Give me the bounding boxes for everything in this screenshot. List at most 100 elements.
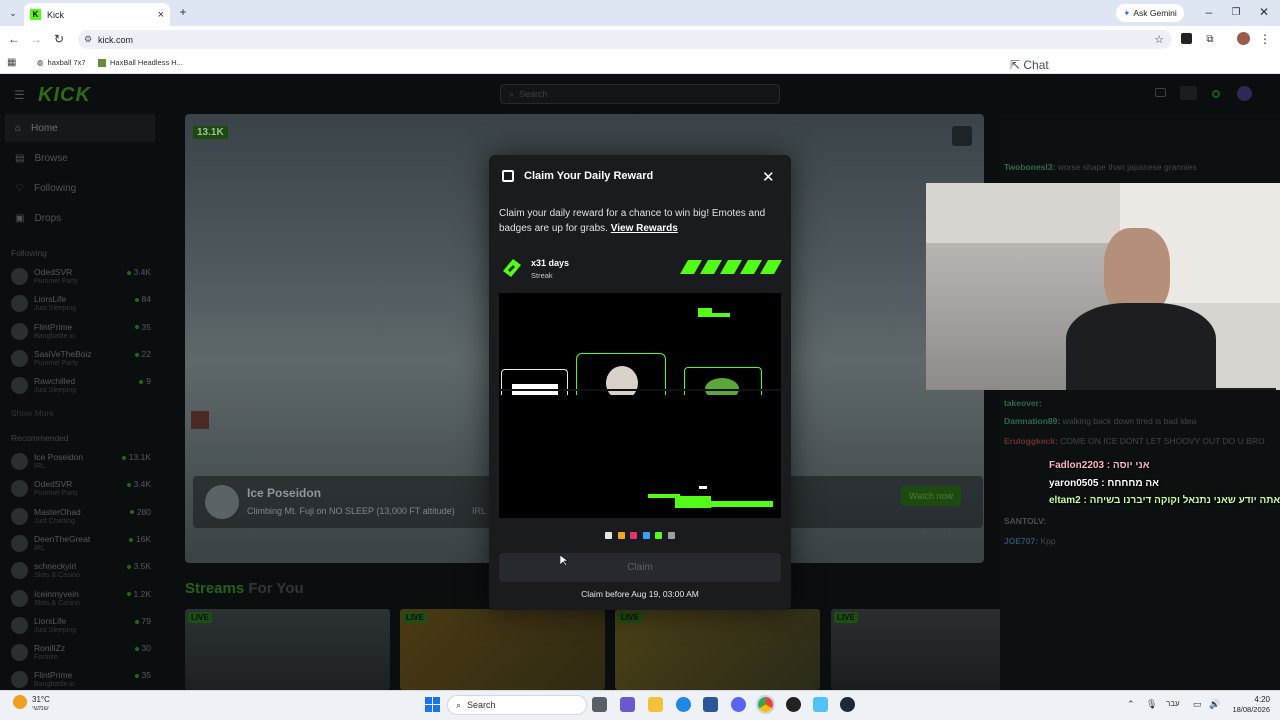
site-search-input[interactable]: ⌕ Search: [500, 84, 780, 104]
forward-icon[interactable]: →: [29, 32, 43, 46]
chat-username[interactable]: JOE707:: [1004, 536, 1038, 546]
modal-close-icon[interactable]: ✕: [762, 168, 775, 186]
task-view-icon[interactable]: [592, 697, 607, 712]
chat-username[interactable]: SANTOLV:: [1004, 516, 1046, 526]
clock-time[interactable]: 4:20: [1220, 695, 1270, 704]
chat-username[interactable]: Damnation89:: [1004, 416, 1060, 426]
address-bar[interactable]: ⚙ kick.com ☆: [78, 30, 1172, 49]
show-more-link[interactable]: Show More: [11, 408, 54, 418]
channel-avatar: [11, 480, 28, 498]
gift-icon[interactable]: [1155, 88, 1166, 97]
channel-viewers: 84: [135, 294, 151, 304]
sidebar-channel[interactable]: Ice Poseidon IRL 13.1K: [11, 449, 151, 475]
inbox-icon[interactable]: [1180, 86, 1197, 100]
sidebar-channel[interactable]: MasterOhad Just Chatting 280: [11, 504, 151, 530]
steam-icon[interactable]: [840, 697, 855, 712]
extension-icon[interactable]: [1181, 33, 1192, 44]
minimize-icon[interactable]: –: [1202, 5, 1216, 19]
volume-icon[interactable]: 🔊: [1209, 699, 1220, 710]
nav-home[interactable]: ⌂ Home: [5, 114, 155, 142]
chat-icon: ⇱: [1010, 58, 1024, 72]
app-icon[interactable]: [813, 697, 828, 712]
profile-avatar[interactable]: [1237, 32, 1250, 45]
chat-username[interactable]: Twobonesl3:: [1004, 162, 1055, 172]
palette-swatch[interactable]: [617, 532, 625, 539]
sidebar-channel[interactable]: LiorsLife Just Sleeping 84: [11, 291, 151, 317]
network-icon[interactable]: ▭: [1193, 699, 1202, 710]
clock-date[interactable]: 18/08/2026: [1220, 705, 1270, 714]
mouse-cursor-icon: [560, 555, 568, 567]
browser-tab[interactable]: K Kick ×: [24, 3, 170, 26]
window-close-icon[interactable]: ✕: [1257, 5, 1271, 19]
weather-temp: 31°C: [32, 695, 50, 704]
menu-icon[interactable]: ☰: [14, 88, 25, 102]
reload-icon[interactable]: ↻: [52, 32, 66, 46]
discord-icon[interactable]: [731, 697, 746, 712]
palette-swatch[interactable]: [642, 532, 650, 539]
apps-grid-icon[interactable]: ▦: [7, 57, 16, 68]
tab-close-icon[interactable]: ×: [158, 9, 164, 21]
microphone-icon[interactable]: 🎙: [1146, 699, 1157, 710]
new-tab-icon[interactable]: +: [176, 5, 190, 19]
teams-icon[interactable]: [620, 697, 635, 712]
bookmark-star-icon[interactable]: ☆: [1154, 33, 1164, 46]
nav-browse[interactable]: ▤ Browse: [5, 144, 155, 172]
status-icon[interactable]: [1212, 90, 1220, 98]
kick-logo[interactable]: KICK: [38, 84, 91, 107]
stream-thumbnail[interactable]: LIVE: [185, 609, 390, 690]
sidebar-channel[interactable]: OdedSVR Pummel Party 3.4K: [11, 476, 151, 502]
channel-avatar: [11, 507, 28, 525]
reward-game-canvas[interactable]: [499, 293, 781, 518]
channel-avatar: [11, 644, 28, 662]
chrome-icon[interactable]: [756, 695, 775, 714]
sidebar-channel[interactable]: Iceinmyvein Slots & Casino 1.2K: [11, 586, 151, 612]
sidebar-channel[interactable]: LiorsLife Just Sleeping 79: [11, 613, 151, 639]
sidebar-channel[interactable]: Rawchilled Just Sleeping 9: [11, 373, 151, 399]
extensions-puzzle-icon[interactable]: ⧉: [1203, 32, 1217, 46]
carousel-next-icon[interactable]: ›: [947, 523, 951, 538]
chat-header: ⇱ Chat: [1010, 58, 1049, 72]
back-icon[interactable]: ←: [7, 32, 21, 46]
edge-icon[interactable]: [676, 697, 691, 712]
watch-now-button[interactable]: Watch now: [901, 486, 962, 506]
tab-title: Kick: [47, 9, 65, 20]
stream-thumbnail[interactable]: LIVE: [400, 609, 605, 690]
windows-start-icon[interactable]: [425, 697, 440, 712]
claim-button[interactable]: Claim: [499, 553, 781, 582]
sidebar-channel[interactable]: schneckyirl Slots & Casino 3.5K: [11, 558, 151, 584]
nav-following[interactable]: ♡ Following: [5, 174, 155, 202]
chat-username[interactable]: Eruloggkeck:: [1004, 436, 1058, 446]
tab-search-icon[interactable]: ⌄: [6, 6, 20, 20]
bookmark-haxball-headless[interactable]: HaxBall Headless H...: [98, 58, 183, 67]
palette-swatch[interactable]: [630, 532, 637, 539]
restore-icon[interactable]: ❐: [1229, 5, 1243, 19]
sidebar-channel[interactable]: OdedSVR Pummel Party 3.4K: [11, 264, 151, 290]
stream-thumbnail[interactable]: LIVE: [615, 609, 820, 690]
player-settings-icon[interactable]: [952, 126, 972, 146]
sidebar-channel[interactable]: FlintPrime Bangbattle.io 35: [11, 667, 151, 690]
sidebar-channel[interactable]: DeenTheGreat IRL 16K: [11, 531, 151, 557]
chat-username[interactable]: takeover:: [1004, 398, 1042, 408]
browser-menu-icon[interactable]: ⋮: [1259, 32, 1271, 46]
carousel-prev-icon[interactable]: ‹: [922, 523, 926, 538]
sidebar-channel[interactable]: RonilIZz Fortnite 30: [11, 640, 151, 666]
palette-swatch[interactable]: [655, 532, 662, 539]
store-icon[interactable]: [703, 697, 718, 712]
nav-drops[interactable]: ▣ Drops: [5, 204, 155, 232]
view-rewards-link[interactable]: View Rewards: [611, 223, 678, 234]
tray-chevron-icon[interactable]: ⌃: [1127, 699, 1135, 710]
weather-icon[interactable]: [13, 695, 27, 709]
palette-swatch[interactable]: [667, 532, 675, 539]
sidebar-channel[interactable]: FlintPrime Bangbattle.io 35: [11, 319, 151, 345]
sidebar-channel[interactable]: SasiVeTheBoiz Pummel Party 22: [11, 346, 151, 372]
user-avatar[interactable]: [1237, 86, 1252, 101]
app-icon[interactable]: [786, 697, 801, 712]
language-indicator[interactable]: עבר: [1166, 699, 1180, 708]
site-info-icon[interactable]: ⚙: [84, 34, 92, 45]
ask-gemini-button[interactable]: ✦ Ask Gemini: [1116, 4, 1184, 22]
file-explorer-icon[interactable]: [648, 697, 663, 712]
palette-swatch[interactable]: [605, 532, 612, 539]
taskbar-search[interactable]: ⌕ Search: [447, 695, 587, 715]
live-badge: LIVE: [834, 612, 858, 623]
bookmark-haxball[interactable]: ◍ haxball 7x7: [37, 58, 86, 67]
